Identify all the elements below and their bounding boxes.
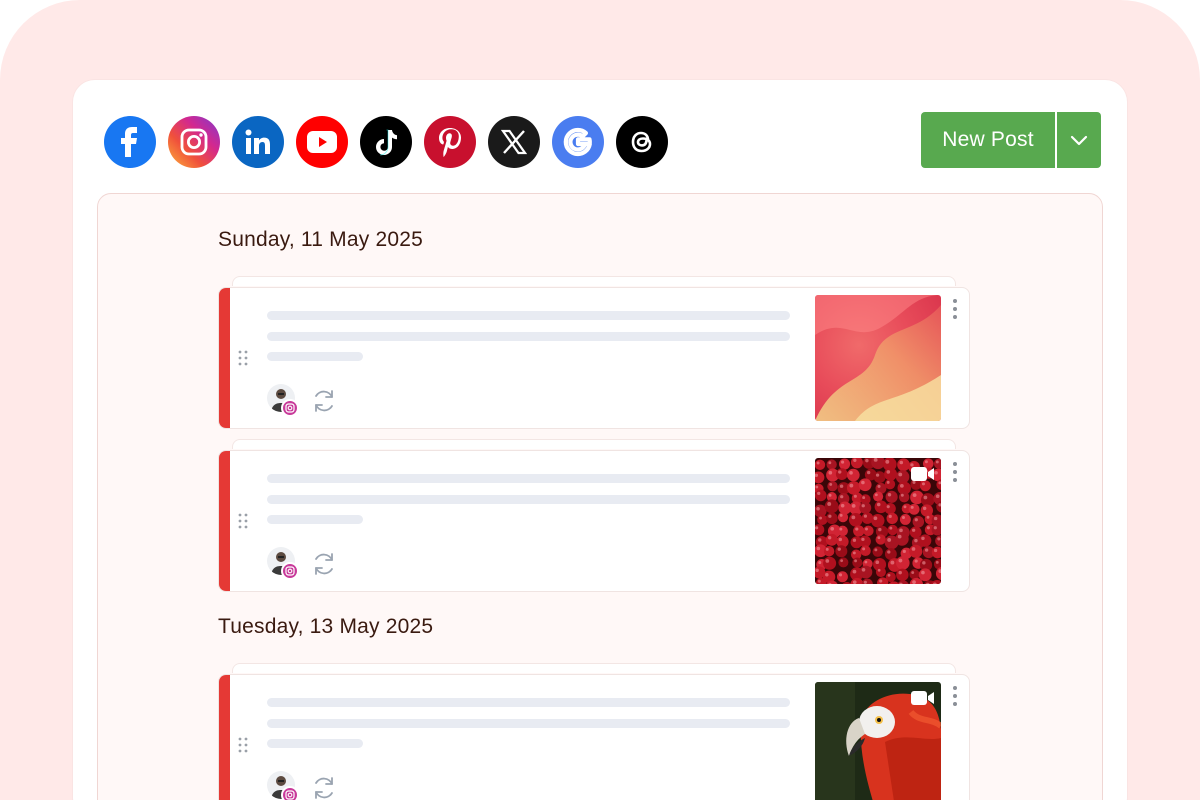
new-post-split-button: New Post [921, 112, 1101, 168]
parrot-image[interactable] [815, 682, 941, 800]
card-stack-shadow [232, 439, 956, 449]
text-placeholder-line [267, 311, 790, 320]
card-stack-shadow [232, 663, 956, 673]
tiktok-icon[interactable] [360, 116, 412, 168]
x-icon[interactable] [488, 116, 540, 168]
pinterest-icon[interactable] [424, 116, 476, 168]
threads-icon[interactable] [616, 116, 668, 168]
button-divider [1055, 112, 1057, 168]
linkedin-icon[interactable] [232, 116, 284, 168]
instagram-icon[interactable] [168, 116, 220, 168]
date-heading: Sunday, 11 May 2025 [218, 228, 423, 251]
status-stripe [219, 675, 230, 800]
instagram-badge-icon [281, 399, 299, 417]
instagram-badge-icon [281, 562, 299, 580]
recurring-icon[interactable] [311, 775, 337, 800]
status-stripe [219, 451, 230, 591]
social-network-bar [104, 116, 668, 168]
text-placeholder-line [267, 719, 790, 728]
text-placeholder-line [267, 698, 790, 707]
recurring-icon[interactable] [311, 551, 337, 577]
drag-handle-icon[interactable] [237, 737, 249, 753]
text-placeholder-line [267, 495, 790, 504]
post-card[interactable] [218, 674, 970, 800]
more-options-icon[interactable] [951, 685, 959, 707]
recurring-icon[interactable] [311, 388, 337, 414]
video-icon [911, 691, 934, 705]
more-options-icon[interactable] [951, 298, 959, 320]
facebook-icon[interactable] [104, 116, 156, 168]
post-card[interactable] [218, 287, 970, 429]
google-icon[interactable] [552, 116, 604, 168]
date-heading: Tuesday, 13 May 2025 [218, 615, 434, 638]
text-placeholder-line [267, 515, 363, 524]
new-post-dropdown-button[interactable] [1057, 112, 1101, 168]
cranberries-image[interactable] [815, 458, 941, 584]
chevron-down-icon [1070, 135, 1088, 146]
status-stripe [219, 288, 230, 428]
new-post-button[interactable]: New Post [921, 112, 1055, 168]
text-placeholder-line [267, 739, 363, 748]
card-stack-shadow [232, 276, 956, 286]
abstract-red-image[interactable] [815, 295, 941, 421]
video-icon [911, 467, 934, 481]
drag-handle-icon[interactable] [237, 513, 249, 529]
post-card[interactable] [218, 450, 970, 592]
youtube-icon[interactable] [296, 116, 348, 168]
drag-handle-icon[interactable] [237, 350, 249, 366]
instagram-badge-icon [281, 786, 299, 800]
text-placeholder-line [267, 332, 790, 341]
text-placeholder-line [267, 352, 363, 361]
text-placeholder-line [267, 474, 790, 483]
more-options-icon[interactable] [951, 461, 959, 483]
